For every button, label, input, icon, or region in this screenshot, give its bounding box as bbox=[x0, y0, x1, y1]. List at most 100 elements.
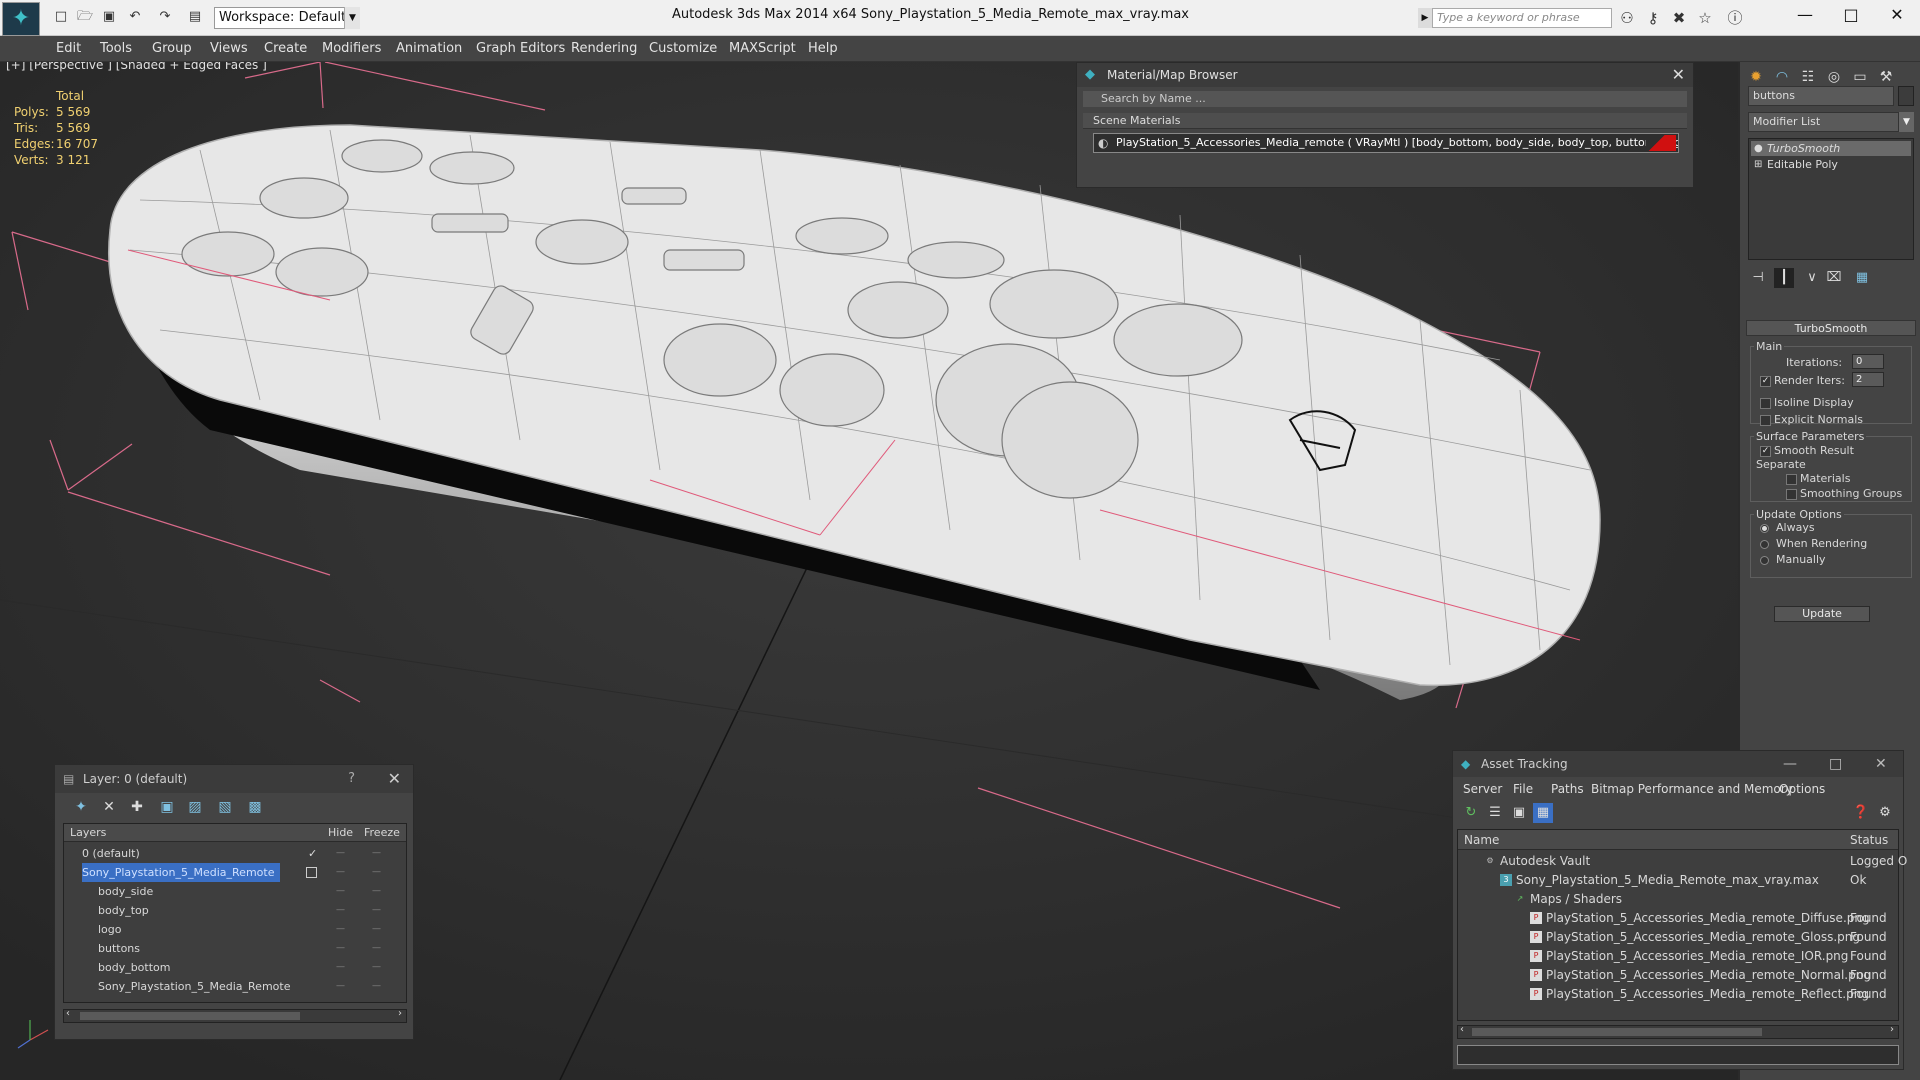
chevron-down-icon[interactable]: ▼ bbox=[344, 7, 360, 29]
horizontal-scrollbar[interactable]: ‹ › bbox=[1457, 1024, 1899, 1039]
hide-all-icon[interactable]: ▧ bbox=[215, 797, 235, 817]
stack-item-editable-poly[interactable]: ⊞ Editable Poly bbox=[1751, 157, 1911, 172]
col-freeze[interactable]: Freeze bbox=[364, 824, 400, 842]
always-radio[interactable] bbox=[1760, 524, 1769, 533]
stack-item-turbosmooth[interactable]: ● TurboSmooth bbox=[1751, 141, 1911, 156]
menu-maxscript[interactable]: MAXScript bbox=[729, 36, 796, 62]
table-view-icon[interactable]: ▦ bbox=[1533, 803, 1553, 823]
project-folder-icon[interactable]: ▤ bbox=[184, 7, 206, 29]
menu-server[interactable]: Server bbox=[1463, 779, 1502, 799]
menu-customize[interactable]: Customize bbox=[649, 36, 717, 62]
utilities-tab-icon[interactable]: ⚒ bbox=[1874, 66, 1898, 88]
make-unique-icon[interactable]: ∨ bbox=[1802, 268, 1822, 288]
scene-materials-section[interactable]: Scene Materials bbox=[1083, 113, 1687, 129]
smooth-result-checkbox[interactable]: ✓ bbox=[1760, 446, 1771, 457]
freeze-toggle[interactable]: — bbox=[372, 920, 381, 939]
when-rendering-radio[interactable] bbox=[1760, 540, 1769, 549]
menu-file[interactable]: File bbox=[1513, 779, 1533, 799]
asset-row[interactable]: P PlayStation_5_Accessories_Media_remote… bbox=[1458, 909, 1898, 928]
redo-icon[interactable]: ↷ bbox=[154, 7, 176, 29]
scroll-left-icon[interactable]: ‹ bbox=[1460, 1024, 1464, 1035]
hide-toggle[interactable]: — bbox=[336, 977, 345, 996]
hide-toggle[interactable]: — bbox=[336, 901, 345, 920]
rollout-header[interactable]: TurboSmooth bbox=[1746, 320, 1916, 336]
help-icon[interactable]: ? bbox=[348, 765, 355, 793]
material-entry[interactable]: ◐ PlayStation_5_Accessories_Media_remote… bbox=[1093, 133, 1679, 153]
app-logo-icon[interactable]: ✦ bbox=[2, 2, 40, 36]
menu-create[interactable]: Create bbox=[264, 36, 307, 62]
search-expand-icon[interactable]: ▶ bbox=[1418, 8, 1432, 28]
configure-sets-icon[interactable]: ▦ bbox=[1852, 268, 1872, 288]
menu-tools[interactable]: Tools bbox=[100, 36, 132, 62]
help-icon[interactable]: ❓ bbox=[1851, 803, 1871, 823]
motion-tab-icon[interactable]: ◎ bbox=[1822, 66, 1846, 88]
freeze-toggle[interactable]: — bbox=[372, 939, 381, 958]
modifier-list-dropdown[interactable]: Modifier List bbox=[1748, 112, 1914, 132]
new-file-icon[interactable]: □ bbox=[50, 7, 72, 29]
menu-modifiers[interactable]: Modifiers bbox=[322, 36, 381, 62]
add-to-layer-icon[interactable]: ✚ bbox=[127, 797, 147, 817]
asset-row[interactable]: P PlayStation_5_Accessories_Media_remote… bbox=[1458, 985, 1898, 1004]
delete-layer-icon[interactable]: ✕ bbox=[99, 797, 119, 817]
layer-row[interactable]: Sony_Playstation_5_Media_Remote — — bbox=[64, 863, 406, 882]
layer-row[interactable]: body_bottom — — bbox=[64, 958, 406, 977]
material-search-input[interactable]: Search by Name ... bbox=[1083, 91, 1687, 107]
modify-tab-icon[interactable]: ◠ bbox=[1770, 66, 1794, 88]
freeze-all-icon[interactable]: ▩ bbox=[245, 797, 265, 817]
save-icon[interactable]: ▣ bbox=[98, 7, 120, 29]
chevron-down-icon[interactable]: ▼ bbox=[1898, 112, 1914, 132]
menu-options[interactable]: Options bbox=[1779, 779, 1825, 799]
freeze-toggle[interactable]: — bbox=[372, 901, 381, 920]
freeze-toggle[interactable]: — bbox=[372, 863, 381, 882]
explicit-normals-checkbox[interactable] bbox=[1760, 415, 1771, 426]
freeze-toggle[interactable]: — bbox=[372, 844, 381, 863]
manually-radio[interactable] bbox=[1760, 556, 1769, 565]
update-button[interactable]: Update bbox=[1774, 606, 1870, 622]
render-iters-spinner[interactable]: 2 bbox=[1852, 372, 1884, 387]
menu-edit[interactable]: Edit bbox=[56, 36, 81, 62]
favorites-icon[interactable]: ☆ bbox=[1694, 8, 1716, 28]
open-file-icon[interactable]: 🗁 bbox=[74, 7, 96, 29]
layer-checkbox[interactable] bbox=[306, 867, 317, 878]
scrollbar-thumb[interactable] bbox=[1472, 1028, 1762, 1036]
bulb-icon[interactable]: ● bbox=[1754, 141, 1763, 156]
close-icon[interactable]: ✕ bbox=[1875, 751, 1887, 777]
layer-row[interactable]: Sony_Playstation_5_Media_Remote — — bbox=[64, 977, 406, 996]
scroll-right-icon[interactable]: › bbox=[398, 1008, 402, 1019]
object-name-field[interactable]: buttons bbox=[1748, 86, 1894, 106]
new-layer-icon[interactable]: ✦ bbox=[71, 797, 91, 817]
layer-row[interactable]: 0 (default) ✓ — — bbox=[64, 844, 406, 863]
menu-group[interactable]: Group bbox=[152, 36, 192, 62]
hide-toggle[interactable]: — bbox=[336, 882, 345, 901]
minimize-icon[interactable]: — bbox=[1783, 751, 1797, 777]
hide-toggle[interactable]: — bbox=[336, 844, 345, 863]
pin-stack-icon[interactable]: ⊣ bbox=[1748, 268, 1768, 288]
asset-row[interactable]: ⚙ Autodesk Vault Logged O bbox=[1458, 852, 1907, 871]
create-tab-icon[interactable]: ✹ bbox=[1744, 66, 1768, 88]
maximize-icon[interactable]: □ bbox=[1829, 751, 1842, 777]
asset-row[interactable]: 3 Sony_Playstation_5_Media_Remote_max_vr… bbox=[1458, 871, 1898, 890]
workspace-select[interactable]: Workspace: Default bbox=[214, 7, 360, 29]
col-name[interactable]: Name bbox=[1464, 830, 1499, 850]
menu-paths[interactable]: Paths bbox=[1551, 779, 1584, 799]
asset-row[interactable]: P PlayStation_5_Accessories_Media_remote… bbox=[1458, 966, 1898, 985]
layer-row[interactable]: logo — — bbox=[64, 920, 406, 939]
asset-path-field[interactable] bbox=[1457, 1045, 1899, 1065]
close-icon[interactable]: ✕ bbox=[1672, 65, 1685, 84]
asset-row[interactable]: P PlayStation_5_Accessories_Media_remote… bbox=[1458, 928, 1898, 947]
display-tab-icon[interactable]: ▭ bbox=[1848, 66, 1872, 88]
menu-rendering[interactable]: Rendering bbox=[571, 36, 637, 62]
minimize-icon[interactable]: — bbox=[1782, 0, 1828, 30]
col-status[interactable]: Status bbox=[1850, 830, 1888, 850]
col-hide[interactable]: Hide bbox=[328, 824, 353, 842]
select-objects-icon[interactable]: ▣ bbox=[157, 797, 177, 817]
menu-bitmap-performance[interactable]: Bitmap Performance and Memory bbox=[1591, 779, 1793, 799]
hide-toggle[interactable]: — bbox=[336, 958, 345, 977]
layer-row[interactable]: buttons — — bbox=[64, 939, 406, 958]
freeze-toggle[interactable]: — bbox=[372, 882, 381, 901]
smoothing-groups-checkbox[interactable] bbox=[1786, 489, 1797, 500]
asset-row[interactable]: ↗ Maps / Shaders bbox=[1458, 890, 1898, 909]
close-icon[interactable]: ✕ bbox=[1874, 0, 1920, 30]
menu-views[interactable]: Views bbox=[210, 36, 248, 62]
menu-animation[interactable]: Animation bbox=[396, 36, 462, 62]
